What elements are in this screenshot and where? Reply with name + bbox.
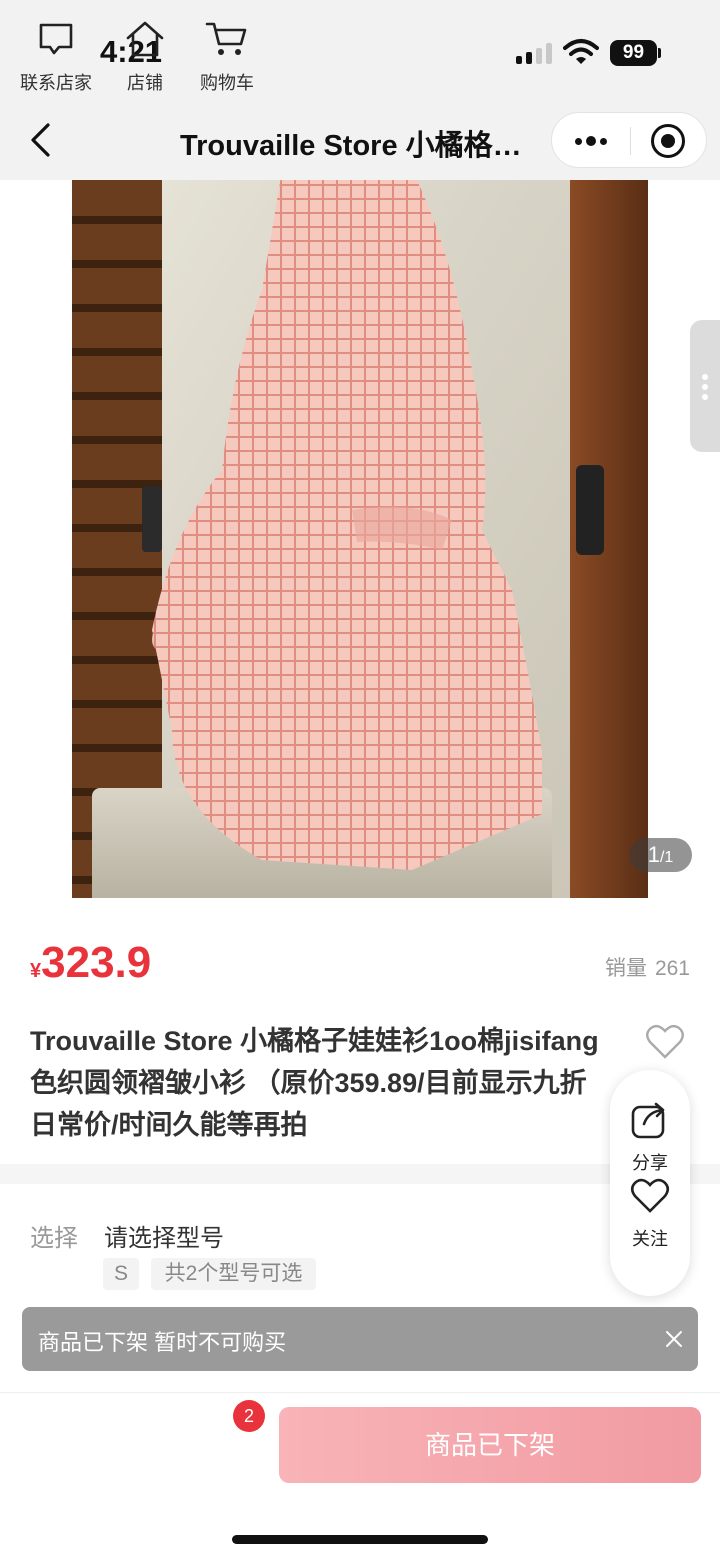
currency-symbol: ¥ — [30, 960, 42, 982]
photo-latch — [576, 465, 604, 555]
store-icon — [126, 21, 164, 57]
follow-button[interactable]: 关注 — [610, 1178, 690, 1251]
cart-count-badge: 2 — [233, 1400, 265, 1432]
cart-button[interactable]: 购物车 — [200, 20, 254, 95]
share-button[interactable]: 分享 — [610, 1100, 690, 1175]
contact-seller-label: 联系店家 — [20, 73, 92, 93]
delisted-toast: 商品已下架 暂时不可购买 — [22, 1307, 698, 1371]
size-chip-s[interactable]: S — [103, 1258, 139, 1290]
follow-label: 关注 — [632, 1229, 668, 1249]
model-count-chip[interactable]: 共2个型号可选 — [151, 1258, 316, 1290]
shopping-cart-icon — [205, 22, 247, 55]
selection-label: 选择 — [30, 1225, 78, 1252]
gingham-shirt-graphic — [152, 180, 542, 870]
sales-label: 销量 — [604, 957, 647, 980]
back-arrow-icon[interactable] — [28, 122, 52, 158]
store-label: 店铺 — [127, 73, 163, 93]
share-label: 分享 — [632, 1153, 668, 1173]
floating-action-panel: 分享 关注 — [610, 1070, 690, 1296]
close-mini-program-icon[interactable] — [651, 124, 685, 158]
image-counter: 1/1 — [629, 838, 692, 872]
page-title: Trouvaille Store 小橘格子娃娃衫1oo棉jisifang色织圆领… — [180, 130, 542, 162]
contact-seller-button[interactable]: 联系店家 — [20, 20, 92, 95]
toast-message: 商品已下架 暂时不可购买 — [38, 1330, 287, 1355]
cart-label: 购物车 — [200, 73, 254, 93]
capsule-divider — [630, 127, 631, 155]
chat-icon — [39, 23, 73, 55]
home-indicator — [232, 1535, 488, 1544]
select-model-button[interactable]: 请选择型号 — [104, 1218, 224, 1253]
price-value: 323.9 — [41, 938, 152, 987]
battery-icon: 99 — [610, 40, 657, 66]
product-image[interactable] — [72, 180, 648, 898]
sales-count: 销量 261 — [605, 952, 690, 982]
navigation-bar: Trouvaille Store 小橘格子娃娃衫1oo棉jisifang色织圆领… — [0, 100, 720, 180]
share-icon — [631, 1102, 665, 1139]
sales-value: 261 — [654, 957, 690, 980]
battery-cap — [658, 48, 661, 58]
cellular-signal-icon — [516, 42, 552, 64]
store-button[interactable]: 店铺 — [125, 20, 165, 95]
close-icon[interactable] — [660, 1325, 688, 1353]
favorite-heart-icon[interactable] — [645, 1024, 685, 1060]
more-options-icon[interactable] — [552, 113, 630, 169]
product-price: ¥323.9 — [30, 938, 151, 988]
wifi-icon — [563, 39, 599, 64]
heart-icon — [630, 1178, 670, 1213]
delisted-button[interactable]: 商品已下架 — [279, 1407, 701, 1483]
product-title: Trouvaille Store 小橘格子娃娃衫1oo棉jisifang色织圆领… — [30, 1026, 599, 1140]
mini-program-capsule — [551, 112, 707, 168]
side-menu-handle[interactable] — [690, 320, 720, 452]
status-bar: 4:21 99 — [0, 0, 720, 100]
